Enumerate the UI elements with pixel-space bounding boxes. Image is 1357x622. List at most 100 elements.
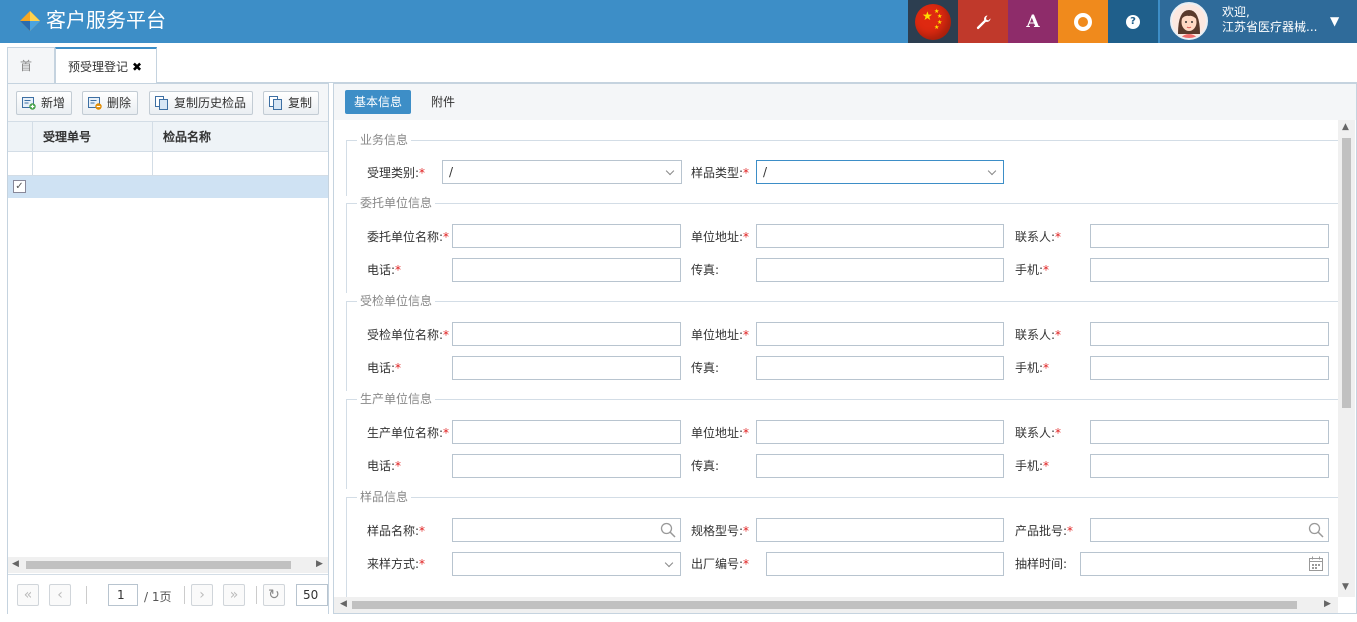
serial-input[interactable] — [766, 552, 1004, 576]
accept-type-select[interactable]: / — [442, 160, 682, 184]
producer-name-label: 生产单位名称:* — [367, 426, 450, 440]
scroll-down-arrow-icon[interactable]: ▼ — [1342, 582, 1349, 592]
scrollbar-thumb[interactable] — [352, 601, 1297, 609]
copy-history-button[interactable]: 复制历史检品 — [149, 91, 254, 115]
producer-fax-input[interactable] — [756, 454, 1004, 478]
tab-home[interactable]: 首页 — [7, 47, 55, 109]
scroll-right-arrow-icon[interactable]: ▶ — [316, 559, 323, 569]
section-title: 生产单位信息 — [357, 392, 436, 406]
font-size-button[interactable]: A — [1008, 0, 1058, 43]
producer-phone-label: 电话:* — [367, 459, 402, 473]
question-icon: ? — [1126, 14, 1140, 29]
client-mobile-label: 手机:* — [1015, 263, 1050, 277]
inspected-contact-input[interactable] — [1090, 322, 1329, 346]
scroll-up-arrow-icon[interactable]: ▲ — [1342, 122, 1349, 132]
settings-button[interactable] — [958, 0, 1008, 43]
tab-attachments[interactable]: 附件 — [422, 90, 464, 114]
delivery-method-label: 来样方式:* — [367, 557, 426, 571]
sample-type-select[interactable]: / — [756, 160, 1004, 184]
page-tabs: 首页 预受理登记✖ — [7, 47, 1357, 109]
inspected-name-input[interactable] — [452, 322, 681, 346]
list-horizontal-scrollbar[interactable]: ◀ ▶ — [8, 557, 328, 573]
client-phone-input[interactable] — [452, 258, 681, 282]
table-row[interactable]: ✓ — [8, 176, 328, 198]
help-button[interactable] — [1058, 0, 1108, 43]
first-page-button[interactable]: « — [17, 584, 39, 606]
column-header-accept-no[interactable]: 受理单号 — [32, 122, 152, 152]
inspected-info-section: 受检单位信息 受检单位名称:* 单位地址:* 联系人:* 电话:* 传真: 手机… — [346, 294, 1338, 391]
language-button[interactable]: ★ ★ ★ ★ ★ — [908, 0, 958, 43]
inspected-fax-label: 传真: — [691, 361, 720, 375]
column-header-sample-name[interactable]: 检品名称 — [152, 122, 328, 152]
producer-contact-input[interactable] — [1090, 420, 1329, 444]
grid-filter-row — [8, 152, 328, 176]
add-icon — [22, 97, 36, 110]
add-button[interactable]: 新增 — [16, 91, 73, 115]
inspected-fax-input[interactable] — [756, 356, 1004, 380]
producer-phone-input[interactable] — [452, 454, 681, 478]
filter-accept-no-input[interactable] — [32, 152, 152, 175]
prev-page-button[interactable]: ‹ — [49, 584, 71, 606]
form-vertical-scrollbar[interactable]: ▲ ▼ — [1338, 120, 1355, 597]
client-name-input[interactable] — [452, 224, 681, 248]
producer-address-input[interactable] — [756, 420, 1004, 444]
pager-separator — [86, 586, 87, 604]
business-info-section: 业务信息 受理类别:* / 样品类型:* / — [346, 133, 1338, 196]
refresh-button[interactable]: ↻ — [263, 584, 285, 606]
inspected-address-label: 单位地址:* — [691, 328, 750, 342]
client-contact-input[interactable] — [1090, 224, 1329, 248]
client-address-input[interactable] — [756, 224, 1004, 248]
close-icon[interactable]: ✖ — [132, 60, 142, 74]
section-title: 样品信息 — [357, 490, 412, 504]
form-tabs: 基本信息 附件 — [334, 84, 1356, 120]
inspected-name-label: 受检单位名称:* — [367, 328, 450, 342]
producer-info-section: 生产单位信息 生产单位名称:* 单位地址:* 联系人:* 电话:* 传真: 手机… — [346, 392, 1338, 489]
form-horizontal-scrollbar[interactable]: ◀ ▶ — [334, 597, 1338, 613]
delete-icon — [88, 97, 102, 110]
sampling-time-label: 抽样时间: — [1015, 557, 1068, 571]
copy-button[interactable]: 复制 — [263, 91, 320, 115]
client-fax-input[interactable] — [756, 258, 1004, 282]
next-page-button[interactable]: › — [191, 584, 213, 606]
tab-pre-registration[interactable]: 预受理登记 ✖ — [55, 47, 157, 84]
filter-sample-name-input[interactable] — [152, 152, 328, 175]
inspected-mobile-input[interactable] — [1090, 356, 1329, 380]
sampling-time-input[interactable] — [1080, 552, 1329, 576]
calendar-icon[interactable] — [1308, 556, 1324, 572]
scrollbar-thumb[interactable] — [1342, 138, 1351, 408]
delete-button[interactable]: 删除 — [82, 91, 139, 115]
detail-form-panel: 基本信息 附件 业务信息 受理类别:* / 样品类型:* / 委托单位信息 委托… — [333, 83, 1357, 614]
grid-header: 受理单号 检品名称 — [8, 122, 328, 152]
welcome-text: 欢迎, 江苏省医疗器械... — [1222, 5, 1318, 34]
scroll-right-arrow-icon[interactable]: ▶ — [1324, 599, 1331, 609]
tab-basic-info[interactable]: 基本信息 — [345, 90, 412, 114]
client-mobile-input[interactable] — [1090, 258, 1329, 282]
page-number-input[interactable]: 1 — [108, 584, 138, 606]
search-icon[interactable] — [660, 522, 676, 538]
delivery-method-select[interactable] — [452, 552, 681, 576]
scrollbar-thumb[interactable] — [26, 561, 291, 569]
sample-name-input[interactable] — [452, 518, 681, 542]
font-icon: A — [1026, 11, 1040, 32]
search-icon[interactable] — [1308, 522, 1324, 538]
section-title: 业务信息 — [357, 133, 412, 147]
client-info-section: 委托单位信息 委托单位名称:* 单位地址:* 联系人:* 电话:* 传真: 手机… — [346, 196, 1338, 293]
producer-name-input[interactable] — [452, 420, 681, 444]
inspected-address-input[interactable] — [756, 322, 1004, 346]
inspected-phone-input[interactable] — [452, 356, 681, 380]
row-checkbox[interactable]: ✓ — [13, 180, 26, 193]
user-menu[interactable]: 欢迎, 江苏省医疗器械... ▼ — [1160, 0, 1357, 43]
producer-address-label: 单位地址:* — [691, 426, 750, 440]
app-header: 客户服务平台 ★ ★ ★ ★ ★ A ? 欢迎, 江苏省医疗器械... ▼ — [0, 0, 1357, 43]
spec-label: 规格型号:* — [691, 524, 750, 538]
scroll-left-arrow-icon[interactable]: ◀ — [12, 559, 19, 569]
about-button[interactable]: ? — [1108, 0, 1158, 43]
client-name-label: 委托单位名称:* — [367, 230, 450, 244]
accept-type-label: 受理类别:* — [367, 166, 426, 180]
scroll-left-arrow-icon[interactable]: ◀ — [340, 599, 347, 609]
page-size-select[interactable]: 50 — [296, 584, 328, 606]
batch-input[interactable] — [1090, 518, 1329, 542]
last-page-button[interactable]: » — [223, 584, 245, 606]
producer-mobile-input[interactable] — [1090, 454, 1329, 478]
spec-input[interactable] — [756, 518, 1004, 542]
